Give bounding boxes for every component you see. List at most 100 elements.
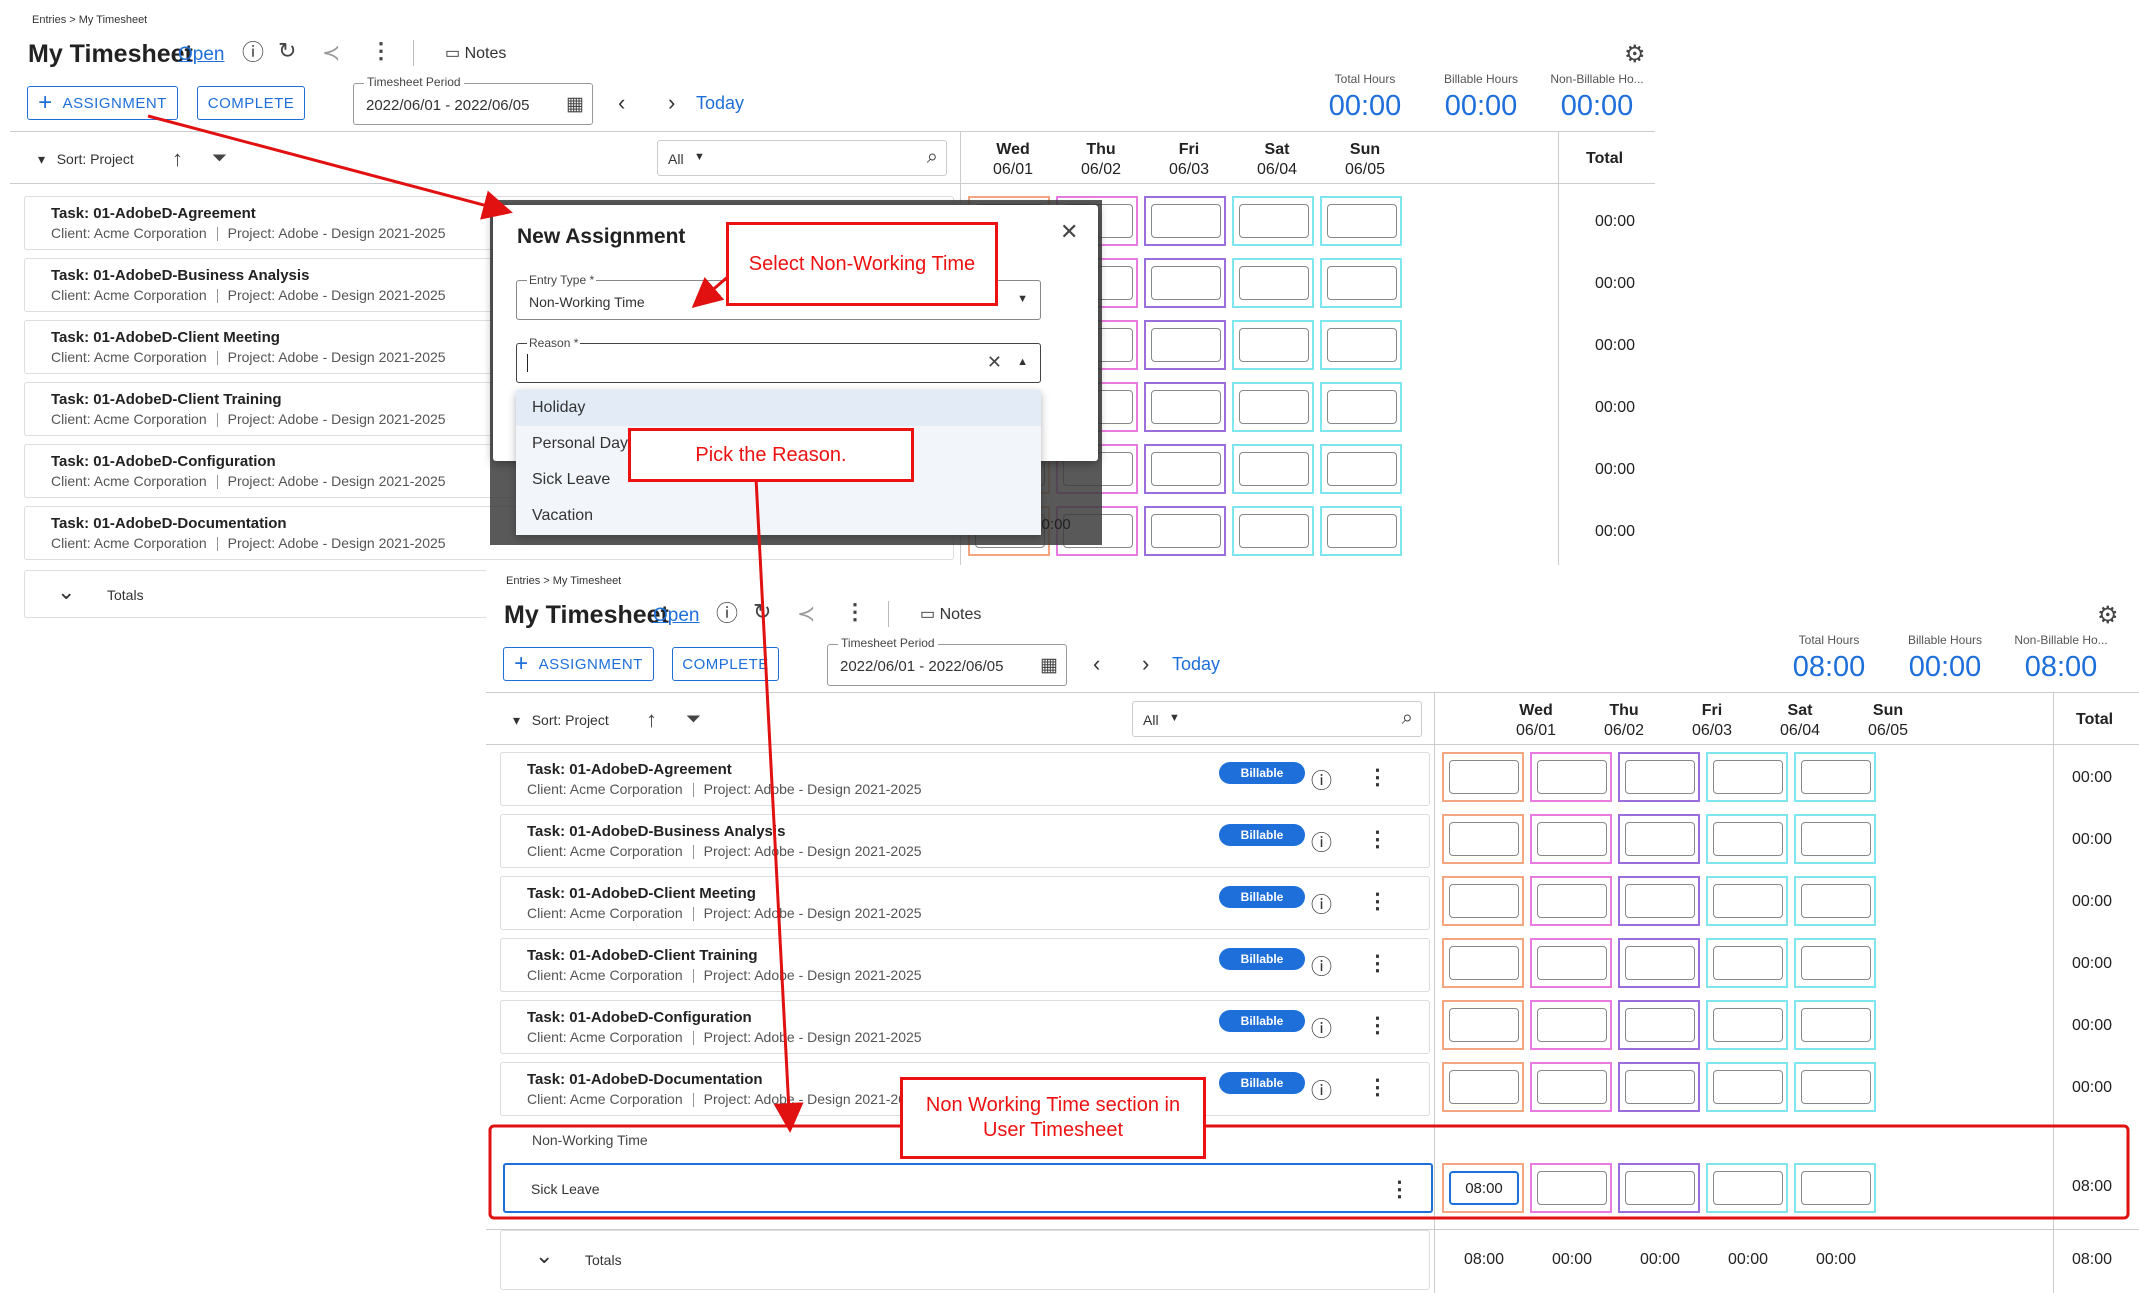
- day-hours-input[interactable]: [1713, 1070, 1783, 1104]
- search-icon[interactable]: ⌕: [1402, 707, 1413, 730]
- filter-select[interactable]: All ▼ ⌕: [1132, 701, 1422, 737]
- day-hours-input[interactable]: [1327, 452, 1397, 486]
- today-link[interactable]: Today: [696, 93, 744, 114]
- task-row[interactable]: Task: 01-AdobeD-Client TrainingClient: A…: [500, 938, 1430, 992]
- next-period-chevron-icon[interactable]: ›: [668, 90, 675, 116]
- calendar-icon[interactable]: ▦: [1040, 654, 1058, 677]
- task-row[interactable]: Task: 01-AdobeD-ConfigurationClient: Acm…: [500, 1000, 1430, 1054]
- day-hours-input[interactable]: [1239, 452, 1309, 486]
- complete-button[interactable]: COMPLETE: [672, 647, 779, 681]
- day-hours-input[interactable]: [1239, 514, 1309, 548]
- expand-chevron-icon[interactable]: ⌄: [57, 579, 75, 605]
- sort-control[interactable]: ▾ Sort: Project: [513, 712, 609, 729]
- day-hours-input[interactable]: [1151, 390, 1221, 424]
- reason-option[interactable]: Vacation: [532, 507, 593, 525]
- day-hours-input[interactable]: [1449, 884, 1519, 918]
- day-hours-input[interactable]: [1537, 760, 1607, 794]
- day-hours-input[interactable]: [1625, 1008, 1695, 1042]
- day-hours-input[interactable]: [1151, 204, 1221, 238]
- day-hours-input[interactable]: [1801, 822, 1871, 856]
- day-hours-input[interactable]: [1239, 390, 1309, 424]
- nonworking-row[interactable]: Sick Leave ⋮: [503, 1163, 1433, 1213]
- day-hours-input[interactable]: [1327, 266, 1397, 300]
- day-hours-input[interactable]: [1239, 204, 1309, 238]
- sort-control[interactable]: ▾ Sort: Project: [38, 151, 134, 168]
- task-row[interactable]: Task: 01-AdobeD-AgreementClient: Acme Co…: [500, 752, 1430, 806]
- day-hours-input[interactable]: [1713, 884, 1783, 918]
- day-hours-input[interactable]: [1713, 760, 1783, 794]
- day-hours-input[interactable]: [1327, 204, 1397, 238]
- nonworking-hours-input[interactable]: [1625, 1171, 1695, 1205]
- status-open-link[interactable]: Open: [178, 44, 224, 66]
- day-hours-input[interactable]: [1713, 946, 1783, 980]
- day-hours-input[interactable]: [1625, 946, 1695, 980]
- day-hours-input[interactable]: [1537, 884, 1607, 918]
- day-hours-input[interactable]: [1625, 1070, 1695, 1104]
- row-more-icon[interactable]: ⋮: [1367, 1075, 1388, 1100]
- day-hours-input[interactable]: [1327, 328, 1397, 362]
- expand-chevron-icon[interactable]: ⌄: [535, 1243, 553, 1269]
- notes-button[interactable]: ▭ Notes: [445, 43, 506, 63]
- filter-icon[interactable]: ⏷: [686, 709, 701, 731]
- day-hours-input[interactable]: [1713, 822, 1783, 856]
- day-hours-input[interactable]: [1151, 514, 1221, 548]
- row-more-icon[interactable]: ⋮: [1367, 827, 1388, 852]
- day-hours-input[interactable]: [1151, 266, 1221, 300]
- info-icon[interactable]: ⓘ: [242, 42, 264, 64]
- info-icon[interactable]: ⓘ: [716, 603, 738, 625]
- prev-period-chevron-icon[interactable]: ‹: [618, 90, 625, 116]
- row-more-icon[interactable]: ⋮: [1367, 765, 1388, 790]
- task-row[interactable]: Task: 01-AdobeD-Client MeetingClient: Ac…: [500, 876, 1430, 930]
- day-hours-input[interactable]: [1537, 1008, 1607, 1042]
- sort-asc-icon[interactable]: ↑: [646, 709, 657, 731]
- day-hours-input[interactable]: [1449, 1008, 1519, 1042]
- info-icon[interactable]: ⓘ: [1311, 1075, 1332, 1105]
- day-hours-input[interactable]: [1537, 946, 1607, 980]
- day-hours-input[interactable]: [1537, 822, 1607, 856]
- day-hours-input[interactable]: [1625, 884, 1695, 918]
- day-hours-input[interactable]: [1327, 390, 1397, 424]
- today-link[interactable]: Today: [1172, 654, 1220, 675]
- day-hours-input[interactable]: [1537, 1070, 1607, 1104]
- day-hours-input[interactable]: [1449, 760, 1519, 794]
- add-assignment-button[interactable]: +ASSIGNMENT: [503, 647, 654, 681]
- info-icon[interactable]: ⓘ: [1311, 951, 1332, 981]
- day-hours-input[interactable]: [1801, 946, 1871, 980]
- info-icon[interactable]: ⓘ: [1311, 827, 1332, 857]
- nonworking-hours-input[interactable]: [1713, 1171, 1783, 1205]
- prev-period-chevron-icon[interactable]: ‹: [1093, 651, 1100, 677]
- day-hours-input[interactable]: [1449, 822, 1519, 856]
- status-open-link[interactable]: Open: [653, 605, 699, 627]
- reason-input[interactable]: Reason * ✕ ▲: [516, 343, 1041, 383]
- day-hours-input[interactable]: [1713, 1008, 1783, 1042]
- settings-gear-icon[interactable]: ⚙: [1624, 40, 1646, 69]
- day-hours-input[interactable]: [1151, 452, 1221, 486]
- close-icon[interactable]: ✕: [1060, 219, 1078, 245]
- refresh-icon[interactable]: ↻: [753, 601, 771, 623]
- row-more-icon[interactable]: ⋮: [1367, 951, 1388, 976]
- refresh-icon[interactable]: ↻: [278, 40, 296, 62]
- more-vert-icon[interactable]: ⋮: [370, 40, 392, 62]
- row-more-icon[interactable]: ⋮: [1367, 1013, 1388, 1038]
- add-assignment-button[interactable]: +ASSIGNMENT: [27, 86, 178, 120]
- share-icon[interactable]: ≺: [322, 42, 340, 64]
- timesheet-period-field[interactable]: Timesheet Period 2022/06/01 - 2022/06/05…: [827, 644, 1067, 686]
- day-hours-input[interactable]: [1801, 1008, 1871, 1042]
- day-hours-input[interactable]: [1801, 884, 1871, 918]
- more-vert-icon[interactable]: ⋮: [844, 601, 866, 623]
- row-more-icon[interactable]: ⋮: [1367, 889, 1388, 914]
- share-icon[interactable]: ≺: [797, 603, 815, 625]
- day-hours-input[interactable]: [1801, 760, 1871, 794]
- day-hours-input[interactable]: [1239, 266, 1309, 300]
- settings-gear-icon[interactable]: ⚙: [2097, 601, 2119, 630]
- day-hours-input[interactable]: [1801, 1070, 1871, 1104]
- clear-icon[interactable]: ✕: [987, 352, 1002, 373]
- day-hours-input[interactable]: [1625, 822, 1695, 856]
- day-hours-input[interactable]: [1239, 328, 1309, 362]
- nonworking-hours-input[interactable]: [1801, 1171, 1871, 1205]
- day-hours-input[interactable]: [1449, 1070, 1519, 1104]
- filter-icon[interactable]: ⏷: [212, 148, 227, 170]
- day-hours-input[interactable]: [1327, 514, 1397, 548]
- collapse-caret-icon[interactable]: ▲: [1017, 356, 1028, 368]
- nonworking-hours-input[interactable]: 08:00: [1449, 1171, 1519, 1205]
